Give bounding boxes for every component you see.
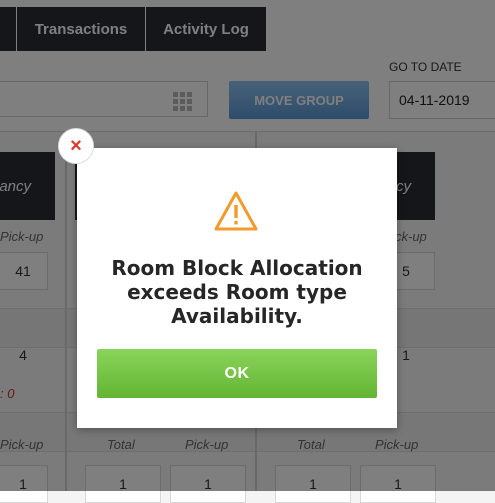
app-root: Transactions Activity Log MOVE GROUP GO … [0, 0, 495, 503]
alert-dialog: Room Block Allocation exceeds Room type … [77, 148, 397, 428]
dialog-message: Room Block Allocation exceeds Room type … [111, 256, 363, 328]
close-icon[interactable]: × [58, 128, 94, 164]
ok-button[interactable]: OK [97, 349, 377, 398]
warning-icon [214, 191, 258, 231]
